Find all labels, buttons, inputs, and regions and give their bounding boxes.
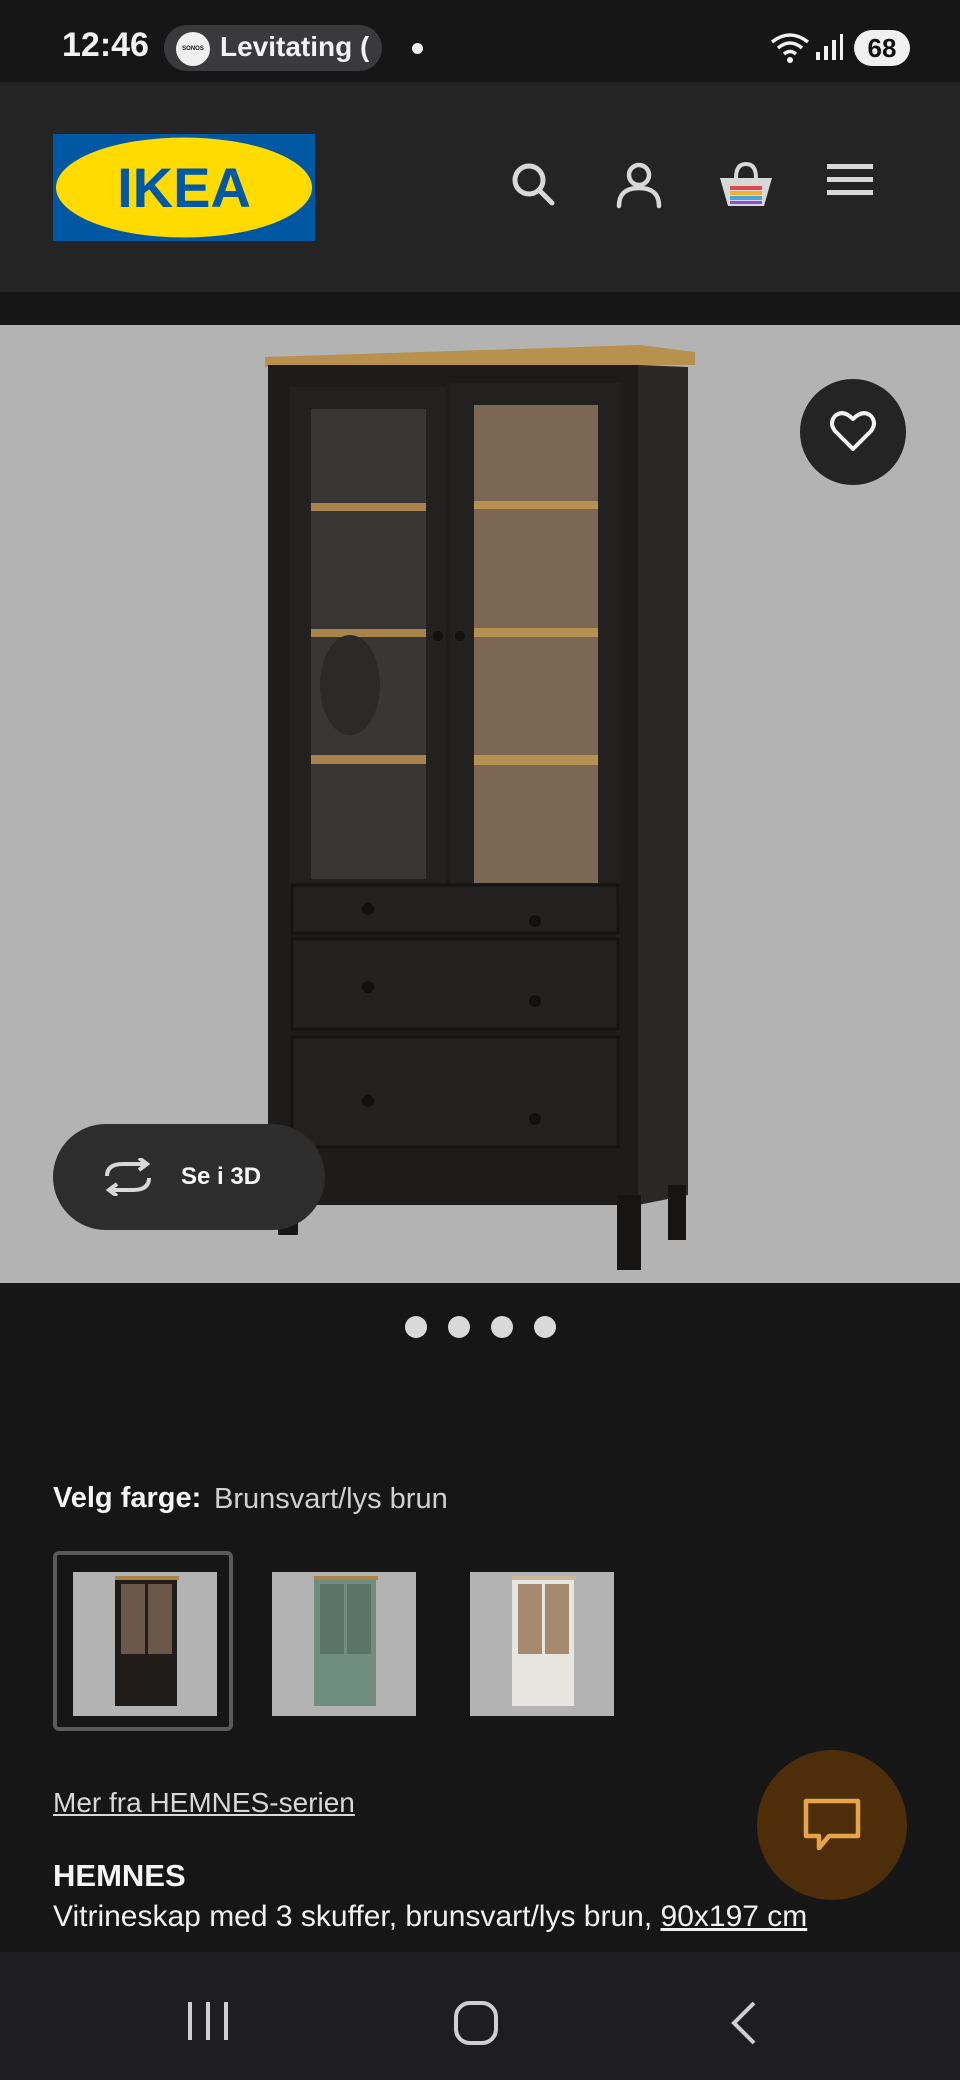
- home-icon[interactable]: [453, 2000, 499, 2046]
- back-icon[interactable]: [728, 2000, 758, 2046]
- swatch-black-brown[interactable]: [73, 1572, 217, 1716]
- shopping-bag-icon[interactable]: [718, 160, 774, 210]
- product-description-text: Vitrineskap med 3 skuffer, brunsvart/lys…: [53, 1900, 661, 1933]
- search-icon[interactable]: [509, 160, 557, 208]
- ikea-logo-text: IKEA: [117, 156, 251, 219]
- swatch-white[interactable]: [470, 1572, 614, 1716]
- product-name: HEMNES: [53, 1858, 186, 1893]
- notification-dot-icon: [412, 43, 423, 54]
- recent-apps-icon[interactable]: [186, 2000, 230, 2042]
- view-3d-button[interactable]: Se i 3D: [53, 1124, 325, 1230]
- rotate-3d-icon: [105, 1158, 151, 1196]
- series-link[interactable]: Mer fra HEMNES-serien: [53, 1787, 355, 1819]
- pager-dot[interactable]: [405, 1316, 427, 1338]
- swatch-grey-green[interactable]: [272, 1572, 416, 1716]
- product-description: Vitrineskap med 3 skuffer, brunsvart/lys…: [53, 1900, 807, 1934]
- chat-icon: [803, 1798, 861, 1851]
- chat-button[interactable]: [757, 1750, 907, 1900]
- swatch-cabinet-white: [512, 1576, 576, 1706]
- status-time: 12:46: [62, 26, 149, 64]
- pager-dot[interactable]: [491, 1316, 513, 1338]
- swatch-cabinet-black-brown: [115, 1576, 179, 1706]
- pager-dot[interactable]: [534, 1316, 556, 1338]
- color-label: Velg farge:: [53, 1482, 202, 1514]
- color-selected-value: Brunsvart/lys brun: [214, 1483, 448, 1515]
- account-icon[interactable]: [614, 160, 664, 210]
- media-track-text: Levitating (: [220, 31, 370, 62]
- product-size-link[interactable]: 90x197 cm: [661, 1900, 808, 1933]
- menu-icon[interactable]: [827, 160, 873, 200]
- pager-dot[interactable]: [448, 1316, 470, 1338]
- signal-icon: [816, 34, 843, 60]
- view-3d-label: Se i 3D: [181, 1163, 262, 1190]
- swatch-cabinet-grey-green: [314, 1576, 378, 1706]
- heart-icon: [830, 411, 876, 451]
- sonos-logo-icon: SONOS: [176, 32, 210, 66]
- favorite-button[interactable]: [800, 379, 906, 485]
- ikea-logo[interactable]: IKEA: [53, 134, 315, 241]
- battery-indicator: 68: [854, 30, 910, 66]
- wifi-icon: [770, 33, 810, 63]
